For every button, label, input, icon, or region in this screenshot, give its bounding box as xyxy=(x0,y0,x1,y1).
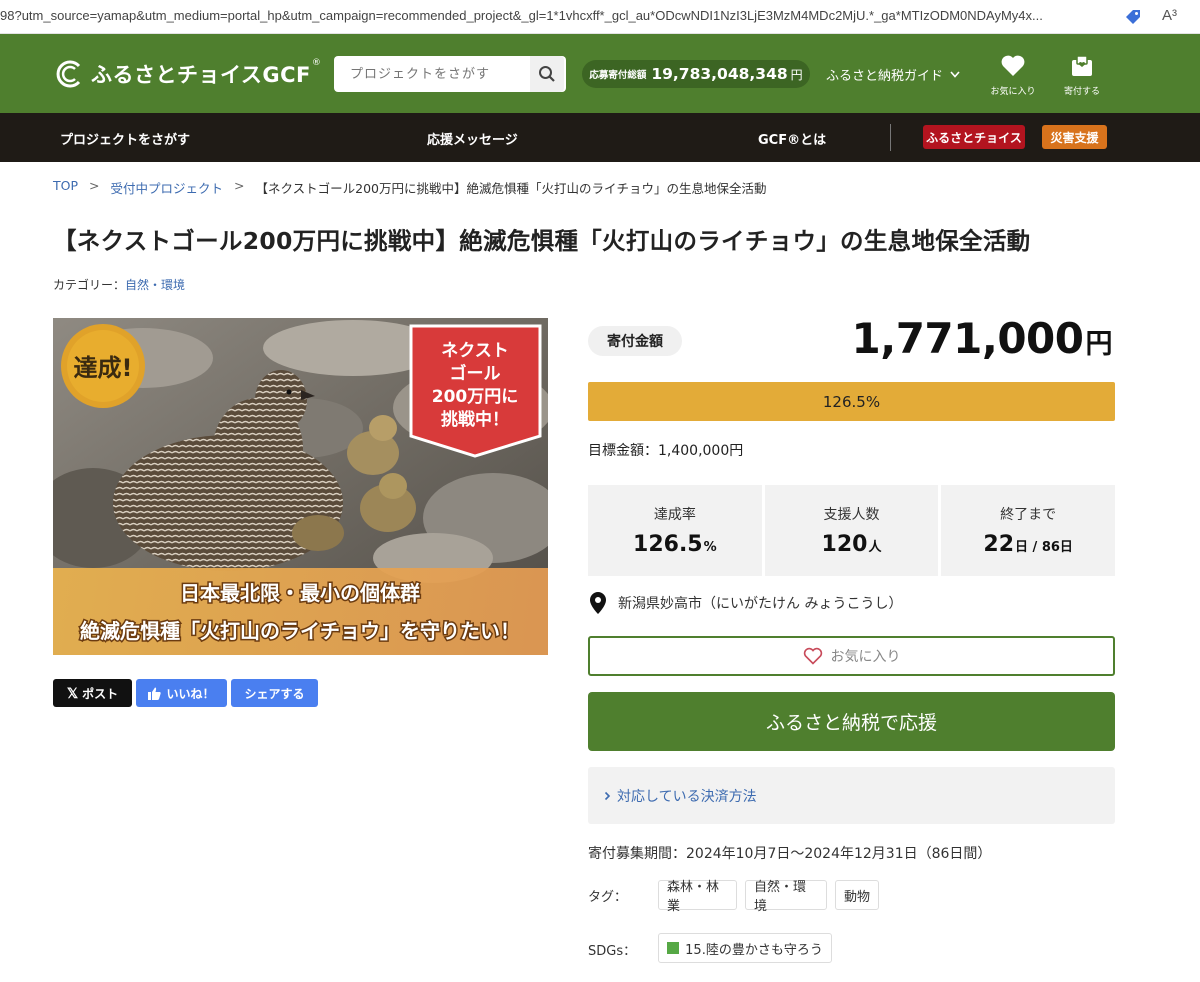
hero-next-goal-line: ゴール xyxy=(450,363,501,384)
donation-period: 寄付募集期間：2024年10月7日〜2024年12月31日（86日間） xyxy=(588,846,992,862)
progress-bar: 126.5% xyxy=(588,382,1115,421)
page-title: 【ネクストゴール200万円に挑戦中】絶滅危惧種「火打山のライチョウ」の生息地保全… xyxy=(53,227,1031,255)
stat-supporters: 支援人数 120人 xyxy=(764,485,939,576)
search-button[interactable] xyxy=(530,56,564,92)
favorites-header-button[interactable]: お気に入り xyxy=(983,54,1043,97)
breadcrumb-accepting-projects[interactable]: 受付中プロジェクト xyxy=(111,178,224,197)
logo-mark-icon xyxy=(56,60,81,88)
stat-days-remaining: 終了まで 22日 / 86日 xyxy=(941,485,1116,576)
project-hero-image: 達成! ネクスト ゴール 200万円に 挑戦中！ 日本最北限・最小の個体群 絶滅… xyxy=(53,318,548,655)
stat-value: 22 xyxy=(983,532,1015,557)
tag-chip[interactable]: 動物 xyxy=(835,880,879,910)
breadcrumb-top[interactable]: TOP xyxy=(53,178,78,197)
add-favorite-button[interactable]: お気に入り xyxy=(588,636,1115,676)
thumbs-up-icon xyxy=(148,687,162,700)
progress-percent: 126.5% xyxy=(822,392,881,411)
add-favorite-label: お気に入り xyxy=(830,649,901,665)
nav-about-gcf[interactable]: GCF®とは xyxy=(758,129,826,148)
tax-guide-dropdown[interactable]: ふるさと納税ガイド xyxy=(826,65,960,84)
donate-header-label: 寄付する xyxy=(1063,87,1100,97)
stat-value: 126.5 xyxy=(633,532,703,557)
heart-icon xyxy=(1001,55,1025,76)
share-button[interactable]: シェアする xyxy=(231,679,318,707)
x-logo-icon: 𝕏 xyxy=(66,684,79,701)
search-icon xyxy=(539,66,555,82)
hero-achieved-badge: 達成! xyxy=(74,354,133,382)
stat-label: 支援人数 xyxy=(823,507,880,523)
sdgs-label: SDGs： xyxy=(588,944,637,959)
donation-amount-label: 寄付金額 xyxy=(588,326,682,356)
breadcrumb: TOP > 受付中プロジェクト > 【ネクストゴール200万円に挑戦中】絶滅危惧… xyxy=(53,178,767,197)
hero-caption-line: 日本最北限・最小の個体群 xyxy=(180,581,420,605)
x-post-button[interactable]: 𝕏 ポスト xyxy=(53,679,132,707)
search-input[interactable] xyxy=(334,56,530,92)
chevron-right-icon xyxy=(604,791,611,800)
support-with-furusato-tax-button[interactable]: ふるさと納税で応援 xyxy=(588,692,1115,751)
donate-box-icon xyxy=(1072,55,1092,76)
x-post-label: ポスト xyxy=(82,686,119,701)
tag-chip[interactable]: 自然・環境 xyxy=(745,880,827,914)
stat-value: 120 xyxy=(821,532,868,557)
logo-text: ふるさとチョイスGCF xyxy=(91,63,311,87)
category-link[interactable]: 自然・環境 xyxy=(125,278,185,292)
address-url[interactable]: 98?utm_source=yamap&utm_medium=portal_hp… xyxy=(0,8,1110,23)
tax-guide-label: ふるさと納税ガイド xyxy=(826,69,944,84)
breadcrumb-separator: > xyxy=(89,178,100,193)
donation-amount: 1,771,000円 xyxy=(851,314,1113,363)
map-pin-icon xyxy=(590,592,606,614)
total-donations-value: 19,783,048,348 xyxy=(651,65,788,83)
chevron-down-icon xyxy=(950,71,960,78)
breadcrumb-current: 【ネクストゴール200万円に挑戦中】絶滅危惧種「火打山のライチョウ」の生息地保全… xyxy=(255,181,767,196)
stat-unit: 日 / 86日 xyxy=(1015,540,1073,555)
nav-support-messages[interactable]: 応援メッセージ xyxy=(427,129,518,148)
payment-methods-link[interactable]: 対応している決済方法 xyxy=(588,767,1115,824)
category: カテゴリー：自然・環境 xyxy=(53,276,185,293)
stat-achievement-rate: 達成率 126.5% xyxy=(588,485,762,576)
sdgs-chip[interactable]: 15.陸の豊かさも守ろう xyxy=(658,933,832,963)
read-aloud-icon[interactable]: A³ xyxy=(1162,7,1177,24)
hero-next-goal-line: 挑戦中！ xyxy=(441,409,509,430)
heart-outline-icon xyxy=(803,647,822,665)
donation-amount-value: 1,771,000 xyxy=(851,314,1084,363)
location-text: 新潟県妙高市（にいがたけん みょうこうし） xyxy=(618,596,903,612)
location: 新潟県妙高市（にいがたけん みょうこうし） xyxy=(590,592,902,614)
favorites-header-label: お気に入り xyxy=(990,87,1036,97)
payment-methods-label: 対応している決済方法 xyxy=(617,788,757,805)
tag-icon[interactable] xyxy=(1124,8,1142,26)
sdgs-goal-icon xyxy=(667,942,680,954)
hero-next-goal-line: ネクスト xyxy=(441,341,509,361)
stat-label: 達成率 xyxy=(653,507,696,523)
nav-disaster-support-badge[interactable]: 災害支援 xyxy=(1042,125,1107,149)
browser-address-bar: 98?utm_source=yamap&utm_medium=portal_hp… xyxy=(0,0,1200,34)
category-label: カテゴリー： xyxy=(53,278,126,292)
nav-divider xyxy=(890,124,891,151)
total-donations-label: 応募寄付総額 xyxy=(589,70,647,81)
hero-next-goal-line: 200万円に xyxy=(432,387,519,407)
goal-amount: 目標金額：1,400,000円 xyxy=(588,443,744,459)
facebook-like-button[interactable]: いいね！ xyxy=(136,679,227,707)
stats-panel: 達成率 126.5% 支援人数 120人 終了まで 22日 / 86日 xyxy=(588,485,1116,576)
sdgs-chip-label: 15.陸の豊かさも守ろう xyxy=(685,942,823,958)
stat-unit: % xyxy=(703,540,717,555)
total-donations-unit: 円 xyxy=(790,67,803,82)
donation-amount-unit: 円 xyxy=(1085,329,1113,360)
total-donations-badge: 応募寄付総額 19,783,048,348 円 xyxy=(582,60,810,88)
breadcrumb-separator: > xyxy=(234,178,245,193)
tags-label: タグ： xyxy=(588,890,628,905)
like-label: いいね！ xyxy=(166,686,215,701)
nav-find-projects[interactable]: プロジェクトをさがす xyxy=(60,129,190,148)
donate-header-button[interactable]: 寄付する xyxy=(1052,54,1112,97)
nav-furusato-choice-badge[interactable]: ふるさとチョイス xyxy=(923,125,1025,149)
hero-caption-line: 絶滅危惧種「火打山のライチョウ」を守りたい！ xyxy=(80,619,520,643)
tag-chip[interactable]: 森林・林業 xyxy=(658,880,737,914)
search-box xyxy=(334,56,566,92)
site-logo[interactable]: ふるさとチョイスGCF ® xyxy=(53,58,321,90)
logo-registered-mark: ® xyxy=(311,58,321,68)
stat-unit: 人 xyxy=(868,540,882,555)
stat-label: 終了まで xyxy=(1000,507,1057,523)
